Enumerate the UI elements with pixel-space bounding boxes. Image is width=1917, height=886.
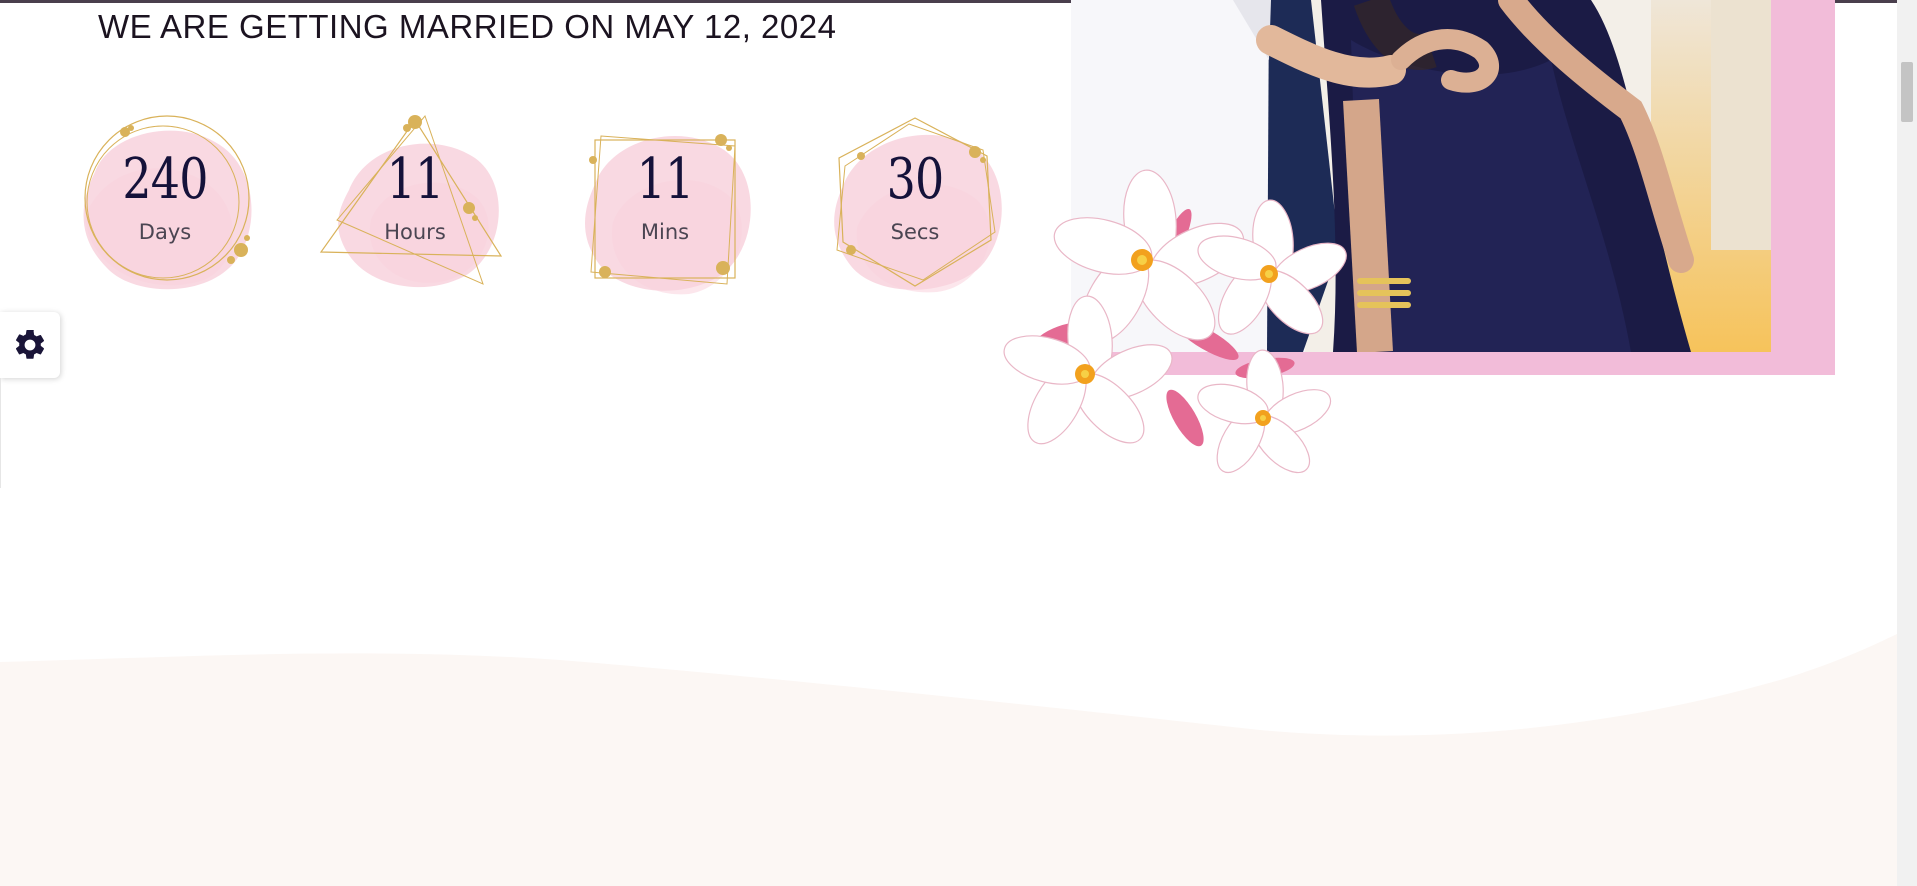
page-scrollbar[interactable]	[1897, 0, 1917, 886]
countdown-days: 240 Days	[65, 100, 265, 300]
countdown-mins-value: 11	[636, 147, 695, 212]
countdown-days-value: 240	[122, 147, 208, 212]
countdown-mins-label: Mins	[640, 220, 690, 244]
countdown-hours-label: Hours	[384, 220, 446, 244]
section-wave-background	[0, 634, 1897, 886]
countdown-hours: 11 Hours	[315, 100, 515, 300]
plumeria-flowers-decoration	[1003, 169, 1347, 474]
settings-toggle-button[interactable]	[0, 312, 60, 378]
countdown-hours-value: 11	[386, 147, 445, 212]
scrollbar-thumb[interactable]	[1901, 62, 1913, 122]
side-panel-edge	[0, 378, 1, 488]
countdown-days-label: Days	[138, 220, 192, 244]
countdown-secs-value: 30	[886, 147, 945, 212]
gear-icon	[15, 329, 45, 359]
countdown-mins: 11 Mins	[565, 100, 765, 300]
wedding-date-headline: WE ARE GETTING MARRIED ON MAY 12, 2024	[98, 8, 837, 45]
